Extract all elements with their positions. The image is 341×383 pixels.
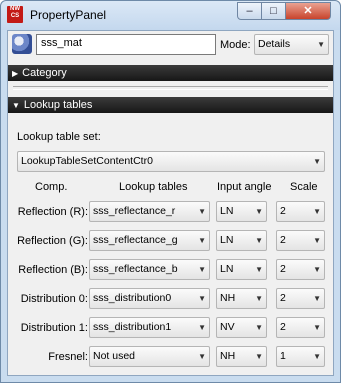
lookup-table-select[interactable]: sss_distribution1 ▼ bbox=[89, 317, 210, 338]
chevron-down-icon: ▼ bbox=[313, 157, 321, 166]
input-angle-select[interactable]: NH ▼ bbox=[216, 288, 267, 309]
chevron-down-icon: ▼ bbox=[255, 323, 263, 332]
component-label: Fresnel: bbox=[48, 351, 88, 363]
input-angle-select-value: LN bbox=[220, 263, 234, 275]
column-header-lookup-tables: Lookup tables bbox=[119, 181, 188, 193]
scale-select[interactable]: 2 ▼ bbox=[276, 201, 325, 222]
category-section-header[interactable]: ▶ Category bbox=[8, 65, 333, 81]
column-header-scale: Scale bbox=[290, 181, 318, 193]
chevron-down-icon: ▼ bbox=[198, 207, 206, 216]
input-angle-select-value: NH bbox=[220, 292, 236, 304]
lookup-set-label: Lookup table set: bbox=[17, 131, 101, 143]
lookup-table-select-value: sss_reflectance_b bbox=[93, 263, 178, 275]
close-button[interactable]: ✕ bbox=[285, 2, 331, 20]
minimize-button[interactable]: – bbox=[237, 2, 262, 20]
window-title: PropertyPanel bbox=[30, 8, 107, 22]
lookup-table-select-value: sss_reflectance_r bbox=[93, 205, 176, 217]
app-icon-line1: NW bbox=[10, 6, 20, 12]
component-label: Distribution 0: bbox=[20, 293, 88, 305]
lookup-tables-section-label: Lookup tables bbox=[23, 99, 93, 111]
input-angle-select-value: LN bbox=[220, 205, 234, 217]
scale-select[interactable]: 2 ▼ bbox=[276, 288, 325, 309]
lookup-table-select[interactable]: sss_reflectance_b ▼ bbox=[89, 259, 210, 280]
maximize-button[interactable]: □ bbox=[261, 2, 286, 20]
chevron-down-icon: ▼ bbox=[313, 207, 321, 216]
input-angle-select[interactable]: NV ▼ bbox=[216, 317, 267, 338]
property-panel-window: NW CS PropertyPanel – □ ✕ sss_mat Mode: D… bbox=[0, 0, 341, 383]
chevron-down-icon: ▼ bbox=[198, 265, 206, 274]
chevron-down-icon: ▼ bbox=[198, 352, 206, 361]
chevron-down-icon: ▼ bbox=[313, 323, 321, 332]
scale-select[interactable]: 1 ▼ bbox=[276, 346, 325, 367]
component-label: Reflection (R): bbox=[17, 206, 88, 218]
component-label: Reflection (B): bbox=[18, 264, 88, 276]
chevron-down-icon: ▼ bbox=[255, 236, 263, 245]
column-header-input-angle: Input angle bbox=[217, 181, 272, 193]
chevron-down-icon: ▼ bbox=[317, 40, 325, 49]
chevron-down-icon: ▼ bbox=[255, 352, 263, 361]
material-sphere-icon bbox=[12, 34, 32, 54]
column-header-comp: Comp. bbox=[35, 181, 68, 193]
scale-select-value: 1 bbox=[280, 350, 286, 362]
chevron-down-icon: ▼ bbox=[198, 236, 206, 245]
input-angle-select-value: NV bbox=[220, 321, 235, 333]
input-angle-select-value: NH bbox=[220, 350, 236, 362]
section-divider bbox=[13, 86, 328, 90]
lookup-table-select[interactable]: sss_reflectance_r ▼ bbox=[89, 201, 210, 222]
lookup-set-value: LookupTableSetContentCtr0 bbox=[21, 155, 153, 167]
mode-select-value: Details bbox=[258, 38, 291, 50]
chevron-down-icon: ▼ bbox=[313, 236, 321, 245]
input-angle-select[interactable]: LN ▼ bbox=[216, 259, 267, 280]
panel-content: sss_mat Mode: Details ▼ ▶ Category ▼ Lookup… bbox=[7, 30, 334, 376]
input-angle-select[interactable]: NH ▼ bbox=[216, 346, 267, 367]
app-icon-line2: CS bbox=[10, 13, 20, 19]
lookup-table-select-value: sss_reflectance_g bbox=[93, 234, 178, 246]
lookup-set-select[interactable]: LookupTableSetContentCtr0 ▼ bbox=[17, 151, 325, 172]
lookup-tables-section-header[interactable]: ▼ Lookup tables bbox=[8, 97, 333, 113]
object-name-field[interactable]: sss_mat bbox=[36, 34, 216, 55]
chevron-down-icon: ▼ bbox=[313, 265, 321, 274]
scale-select[interactable]: 2 ▼ bbox=[276, 317, 325, 338]
lookup-table-select-value: sss_distribution1 bbox=[93, 321, 172, 333]
scale-select-value: 2 bbox=[280, 205, 286, 217]
input-angle-select[interactable]: LN ▼ bbox=[216, 201, 267, 222]
scale-select-value: 2 bbox=[280, 263, 286, 275]
lookup-table-select-value: Not used bbox=[93, 350, 136, 362]
component-label: Reflection (G): bbox=[17, 235, 88, 247]
scale-select-value: 2 bbox=[280, 321, 286, 333]
triangle-right-icon: ▶ bbox=[12, 69, 19, 78]
category-section-label: Category bbox=[22, 67, 67, 79]
component-label: Distribution 1: bbox=[20, 322, 88, 334]
chevron-down-icon: ▼ bbox=[198, 323, 206, 332]
app-icon: NW CS bbox=[7, 6, 23, 23]
lookup-table-select-value: sss_distribution0 bbox=[93, 292, 172, 304]
title-bar[interactable]: NW CS PropertyPanel – □ ✕ bbox=[1, 1, 340, 30]
chevron-down-icon: ▼ bbox=[255, 207, 263, 216]
lookup-table-select[interactable]: sss_reflectance_g ▼ bbox=[89, 230, 210, 251]
chevron-down-icon: ▼ bbox=[313, 352, 321, 361]
chevron-down-icon: ▼ bbox=[255, 265, 263, 274]
triangle-down-icon: ▼ bbox=[12, 101, 20, 110]
lookup-table-select[interactable]: Not used ▼ bbox=[89, 346, 210, 367]
scale-select-value: 2 bbox=[280, 292, 286, 304]
chevron-down-icon: ▼ bbox=[255, 294, 263, 303]
scale-select-value: 2 bbox=[280, 234, 286, 246]
mode-select[interactable]: Details ▼ bbox=[254, 34, 329, 55]
chevron-down-icon: ▼ bbox=[198, 294, 206, 303]
lookup-table-select[interactable]: sss_distribution0 ▼ bbox=[89, 288, 210, 309]
input-angle-select-value: LN bbox=[220, 234, 234, 246]
chevron-down-icon: ▼ bbox=[313, 294, 321, 303]
scale-select[interactable]: 2 ▼ bbox=[276, 259, 325, 280]
scale-select[interactable]: 2 ▼ bbox=[276, 230, 325, 251]
input-angle-select[interactable]: LN ▼ bbox=[216, 230, 267, 251]
mode-label: Mode: bbox=[220, 39, 251, 51]
